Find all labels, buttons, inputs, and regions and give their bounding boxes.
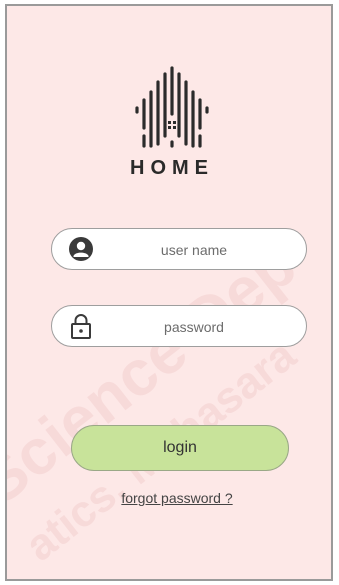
watermark: Science Dep	[5, 227, 310, 519]
password-field[interactable]	[51, 305, 307, 347]
login-screen: Science Dep atics, Mahasara HOME user na…	[5, 4, 333, 581]
logo-text: HOME	[130, 157, 214, 179]
login-button[interactable]: login	[71, 425, 289, 471]
forgot-password-link[interactable]: forgot password ?	[77, 490, 277, 506]
user-icon	[69, 237, 93, 261]
username-field[interactable]	[51, 228, 307, 270]
password-input[interactable]	[102, 314, 286, 340]
username-input[interactable]	[102, 237, 286, 263]
lock-icon	[71, 314, 91, 339]
